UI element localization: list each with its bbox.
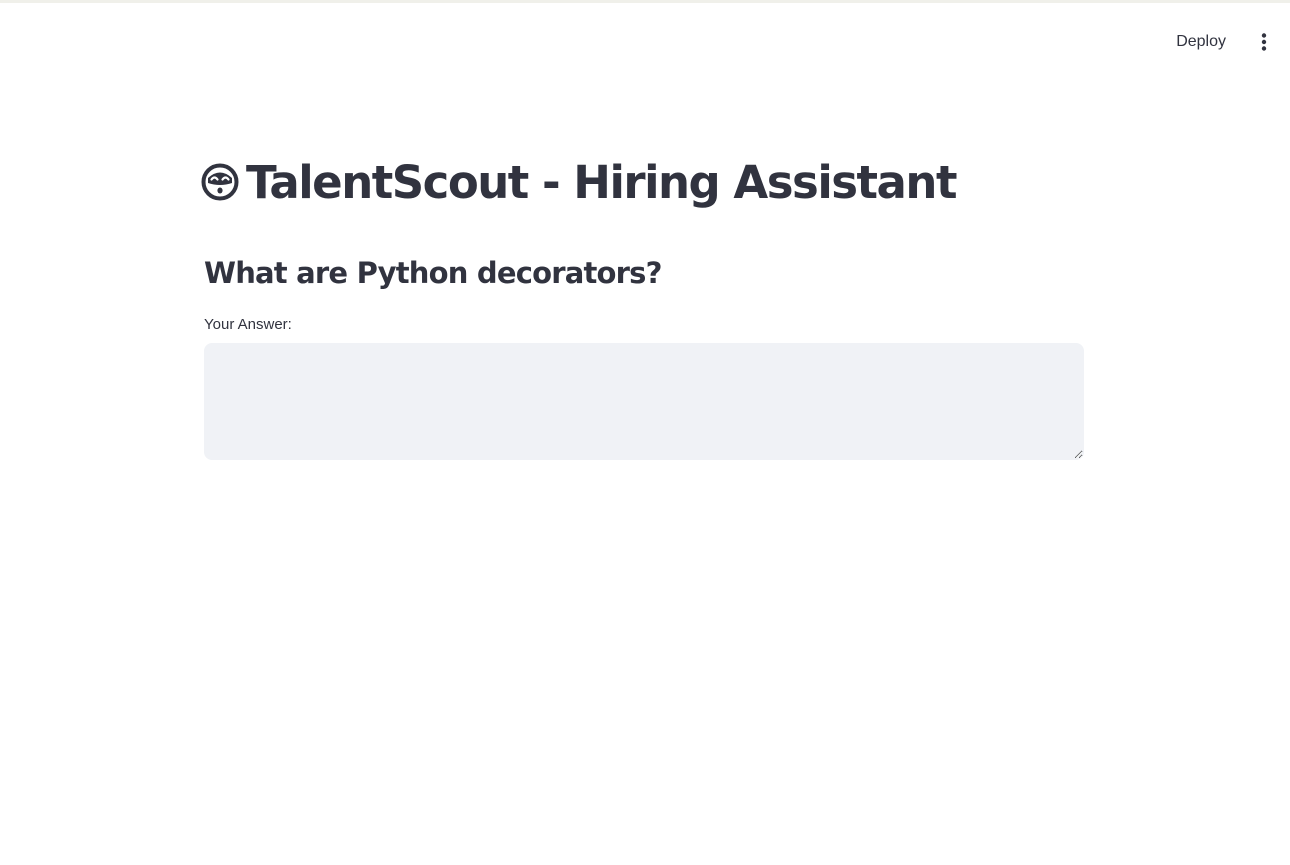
question-heading: What are Python decorators? bbox=[204, 256, 662, 290]
main-content: TalentScout - Hiring Assistant What are … bbox=[201, 150, 1084, 460]
answer-label: Your Answer: bbox=[204, 316, 292, 333]
deploy-button[interactable]: Deploy bbox=[1164, 26, 1238, 58]
title-row: TalentScout - Hiring Assistant bbox=[200, 150, 1084, 214]
app-toolbar: Deploy bbox=[1164, 24, 1276, 60]
page-title: TalentScout - Hiring Assistant bbox=[246, 155, 957, 209]
answer-textarea[interactable] bbox=[204, 343, 1084, 460]
main-menu-button[interactable] bbox=[1252, 26, 1276, 58]
top-decoration-line bbox=[0, 0, 1290, 3]
robot-face-icon bbox=[200, 162, 240, 202]
kebab-menu-icon bbox=[1261, 33, 1267, 51]
